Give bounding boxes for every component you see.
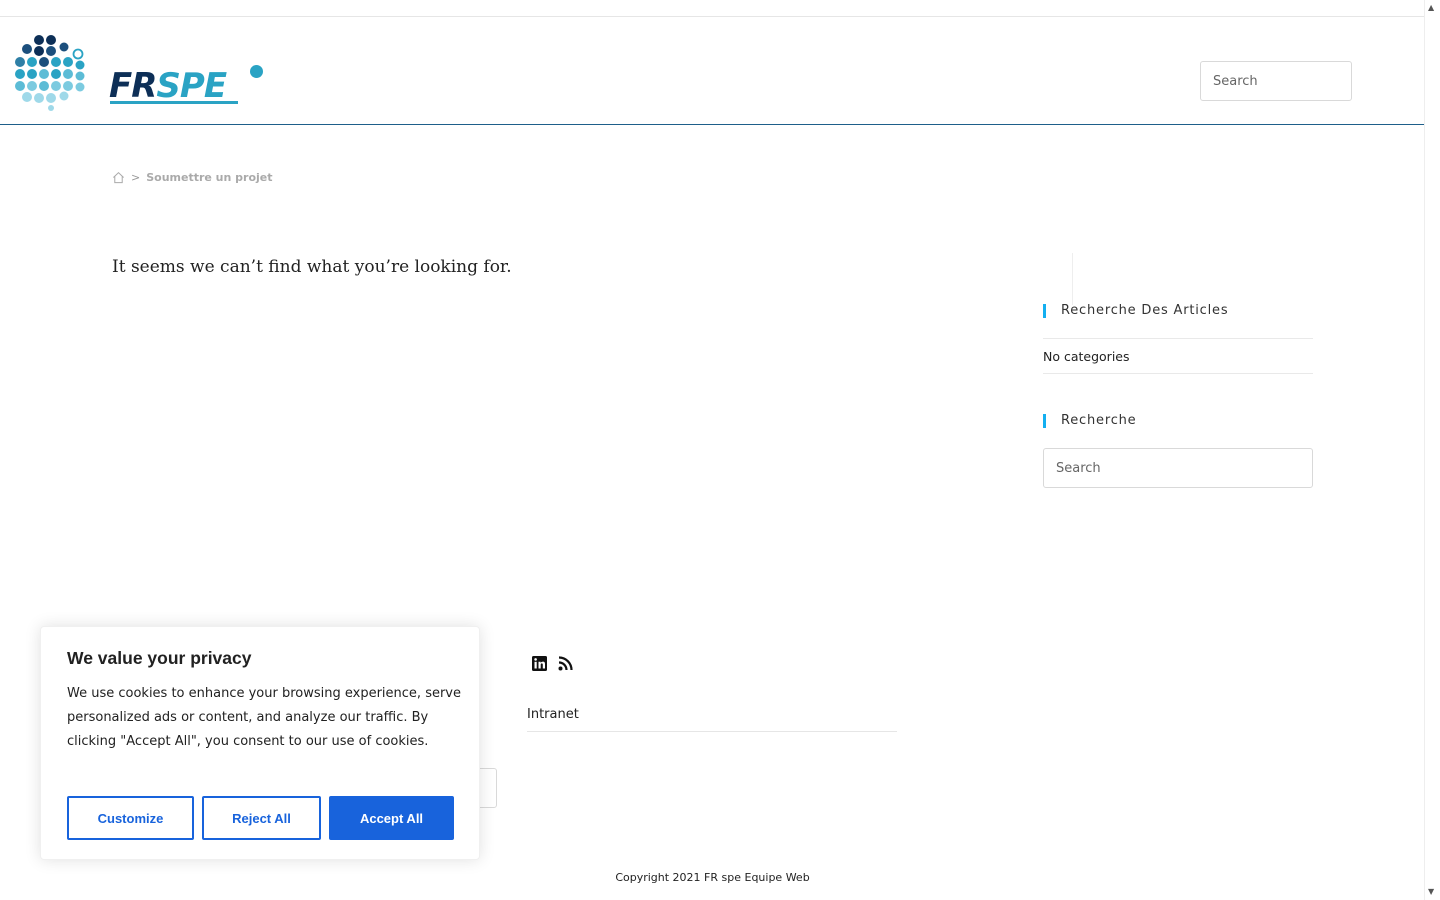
logo-wordmark: FRSPE bbox=[109, 66, 227, 106]
cookie-consent-banner: We value your privacy We use cookies to … bbox=[40, 626, 480, 860]
site-header: FRSPE bbox=[0, 17, 1425, 125]
rss-icon[interactable] bbox=[557, 655, 574, 672]
sidebar-divider bbox=[1072, 253, 1073, 305]
categories-list: No categories bbox=[1043, 338, 1313, 374]
not-found-message: It seems we can’t find what you’re looki… bbox=[112, 257, 512, 277]
customize-button[interactable]: Customize bbox=[67, 796, 194, 840]
scroll-down-icon[interactable]: ▼ bbox=[1428, 887, 1434, 897]
footer-link-intranet[interactable]: Intranet bbox=[527, 707, 579, 722]
footer-link-divider bbox=[527, 731, 897, 732]
widget-title-recherche-articles: Recherche Des Articles bbox=[1043, 304, 1228, 318]
logo-underline bbox=[110, 101, 238, 104]
site-logo[interactable]: FRSPE bbox=[14, 33, 263, 111]
reject-all-button[interactable]: Reject All bbox=[202, 796, 321, 840]
logo-accent-dot bbox=[250, 65, 263, 78]
copyright-text: Copyright 2021 FR spe Equipe Web bbox=[615, 871, 810, 884]
page-scrollbar[interactable]: ▲ ▼ bbox=[1424, 0, 1440, 900]
breadcrumb-separator: > bbox=[131, 171, 141, 184]
sidebar-search-input[interactable] bbox=[1043, 448, 1313, 488]
logo-text-spe: SPE bbox=[156, 66, 227, 106]
logo-dots-icon bbox=[15, 35, 85, 111]
breadcrumb: > Soumettre un projet bbox=[112, 171, 273, 184]
no-categories-text: No categories bbox=[1043, 349, 1130, 364]
accept-all-button[interactable]: Accept All bbox=[329, 796, 454, 840]
cookie-banner-title: We value your privacy bbox=[67, 648, 252, 668]
widget-title-recherche: Recherche bbox=[1043, 414, 1136, 428]
header-search-input[interactable] bbox=[1200, 61, 1352, 101]
scroll-up-icon[interactable]: ▲ bbox=[1428, 3, 1434, 13]
social-links bbox=[531, 655, 574, 672]
breadcrumb-current: Soumettre un projet bbox=[146, 171, 273, 184]
home-icon[interactable] bbox=[112, 171, 125, 184]
linkedin-icon[interactable] bbox=[531, 655, 548, 672]
cookie-banner-text: We use cookies to enhance your browsing … bbox=[67, 686, 461, 749]
logo-text-fr: FR bbox=[109, 66, 157, 106]
